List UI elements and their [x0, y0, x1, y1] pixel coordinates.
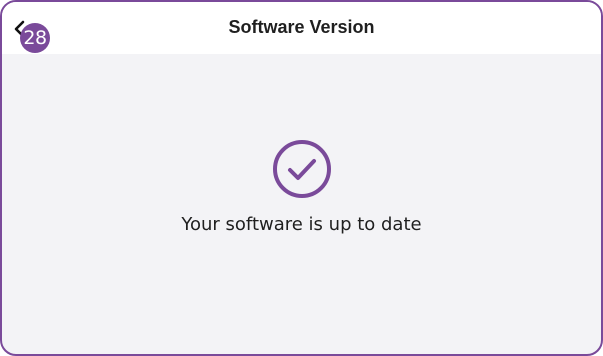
software-version-screen: 28 Software Version Your software is up …: [0, 0, 603, 356]
header: 28 Software Version: [2, 2, 601, 54]
page-title: Software Version: [228, 16, 375, 37]
step-badge: 28: [20, 23, 50, 53]
main-content: Your software is up to date: [2, 54, 601, 354]
check-circle-icon: [272, 140, 331, 198]
status-message: Your software is up to date: [181, 214, 422, 235]
